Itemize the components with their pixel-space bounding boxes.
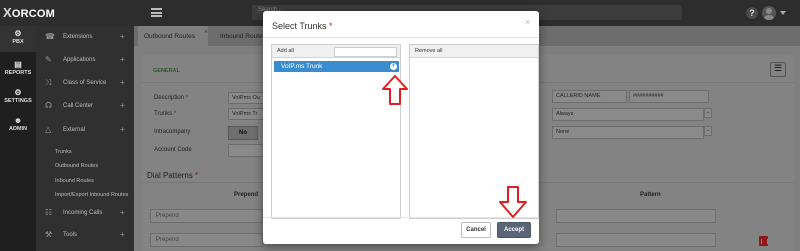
pattern-input[interactable] [556, 233, 716, 247]
hamburger-menu-icon[interactable] [151, 8, 162, 17]
tab-general[interactable]: GENERAL [153, 68, 180, 74]
submenu-inbound-routes[interactable]: Inbound Routes [55, 178, 94, 184]
prepend-input[interactable]: Prepend [150, 233, 263, 247]
down-arrow-annotation-icon [499, 186, 527, 218]
menu-extensions[interactable]: ☎ Extensions + [36, 27, 134, 47]
users-icon: ☻ [13, 116, 23, 125]
close-tab-icon[interactable]: × [204, 29, 208, 36]
none-select[interactable]: None [552, 126, 704, 139]
dial-patterns-title: Dial Patterns * [147, 171, 199, 180]
description-label: Description * [154, 95, 189, 101]
chevron-down-icon[interactable]: ⌄ [704, 108, 712, 118]
accept-button[interactable]: Accept [497, 222, 531, 238]
close-icon[interactable]: × [525, 17, 530, 27]
description-input[interactable]: VoIPms Ou [228, 92, 264, 104]
filter-input[interactable] [334, 47, 397, 57]
nav-settings[interactable]: ⚙ SETTINGS [0, 85, 36, 111]
account-code-input[interactable] [228, 144, 264, 157]
submenu-import-export-inbound-routes[interactable]: Import/Export Inbound Routes [55, 192, 128, 198]
add-icon[interactable]: + [390, 63, 397, 70]
chevron-down-icon[interactable]: ⌄ [704, 126, 712, 136]
up-arrow-annotation-icon [382, 75, 408, 105]
expand-icon[interactable]: + [120, 101, 125, 110]
menu-incoming-calls[interactable]: ☷ Incoming Calls + [36, 203, 134, 223]
list-menu-icon[interactable] [770, 62, 786, 77]
nav-admin[interactable]: ☻ ADMIN [0, 113, 36, 139]
expand-icon[interactable]: + [120, 32, 125, 41]
add-all-button[interactable]: Add all [277, 48, 294, 54]
user-avatar[interactable] [762, 6, 776, 20]
modal-title: Select Trunks * [272, 21, 333, 31]
trunks-select[interactable]: VoIPms Tr [228, 108, 264, 120]
shuffle-icon: ⤨ [45, 78, 52, 87]
edit-icon: ✎ [45, 55, 52, 64]
expand-icon[interactable]: + [120, 208, 125, 217]
account-code-label: Account Code [154, 147, 192, 153]
menu-tools[interactable]: ⚒ Tools + [36, 225, 134, 245]
pattern-column-header: Pattern [640, 192, 661, 198]
callerid-name-input[interactable]: ########## [629, 90, 709, 103]
list-header: Add all [272, 45, 400, 58]
menu-external[interactable]: △ External + [36, 120, 134, 140]
expand-icon[interactable]: + [120, 78, 125, 87]
remove-all-button[interactable]: Remove all [415, 48, 443, 54]
nav-reports[interactable]: ▤ REPORTS [0, 57, 36, 83]
select-trunks-modal: Select Trunks * × Add all VoIP.ms Trunk … [263, 11, 539, 244]
expand-icon[interactable]: + [120, 55, 125, 64]
cogs-icon: ⚙ [14, 88, 22, 97]
divider [263, 217, 539, 218]
gear-icon: ⚙ [14, 29, 22, 38]
menu-class-of-service[interactable]: ⤨ Class of Service + [36, 73, 134, 93]
nav-pbx[interactable]: ⚙ PBX [0, 26, 36, 52]
available-trunks-list: Add all VoIP.ms Trunk + [271, 44, 401, 219]
phone-book-icon: ☎ [45, 32, 55, 41]
document-icon: ▤ [14, 60, 22, 69]
intracompany-label: Intracompany [154, 129, 191, 135]
trunks-label: Trunks * [154, 111, 177, 117]
chevron-down-icon[interactable] [780, 11, 786, 15]
left-nav: ⚙ PBX ▤ REPORTS ⚙ SETTINGS ☻ ADMIN [0, 26, 36, 251]
list-header: Remove all [410, 45, 538, 58]
road-icon: △ [45, 125, 52, 134]
sitemap-icon: ☷ [45, 208, 53, 217]
expand-icon[interactable]: + [120, 230, 125, 239]
submenu-outbound-routes[interactable]: Outbound Routes [55, 163, 98, 169]
menu-call-center[interactable]: ☊ Call Center + [36, 96, 134, 116]
intracompany-no-toggle[interactable]: No [228, 126, 258, 140]
divider [263, 37, 539, 38]
callerid-name-label: CALLERID NAME [552, 90, 627, 103]
cancel-button[interactable]: Cancel [461, 222, 491, 238]
collapse-icon[interactable]: + [120, 125, 125, 134]
submenu-trunks[interactable]: Trunks [55, 149, 72, 155]
menu-applications[interactable]: ✎ Applications + [36, 50, 134, 70]
pattern-input[interactable] [556, 209, 716, 223]
prepend-column-header: Prepend [234, 192, 259, 198]
always-select[interactable]: Always [552, 108, 704, 121]
xorcom-logo[interactable]: XORCOM [3, 5, 55, 20]
side-menu: ☎ Extensions + ✎ Applications + ⤨ Class … [36, 26, 134, 251]
help-icon[interactable]: ? [746, 7, 758, 19]
wrench-icon: ⚒ [45, 230, 53, 239]
trash-icon[interactable] [759, 236, 768, 246]
tab-outbound-routes[interactable]: Outbound Routes [138, 26, 208, 46]
prepend-input[interactable]: Prepend [150, 209, 263, 223]
list-item-voip-ms-trunk[interactable]: VoIP.ms Trunk + [274, 61, 399, 72]
headset-icon: ☊ [45, 101, 53, 110]
